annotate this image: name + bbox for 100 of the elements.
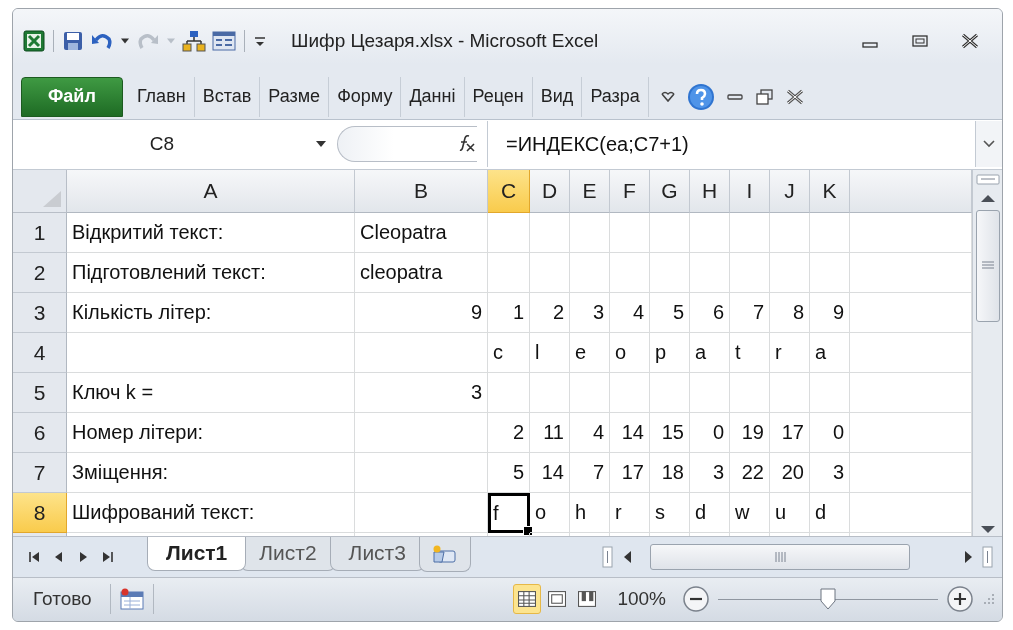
split-handle-icon[interactable] <box>974 174 1001 187</box>
table-cell[interactable]: o <box>610 333 650 374</box>
table-cell[interactable] <box>810 213 850 254</box>
macro-record-icon[interactable] <box>118 588 145 611</box>
table-cell[interactable]: l <box>530 333 570 374</box>
table-cell[interactable]: Шифрований текст: <box>67 493 355 534</box>
table-cell[interactable] <box>690 253 730 294</box>
table-cell[interactable] <box>730 213 770 254</box>
table-cell[interactable]: Номер літери: <box>67 413 355 454</box>
table-cell[interactable] <box>770 253 810 294</box>
table-cell[interactable] <box>488 253 530 294</box>
column-header[interactable]: K <box>810 170 850 214</box>
column-header[interactable]: C <box>488 170 530 214</box>
column-header[interactable]: I <box>730 170 770 214</box>
table-cell[interactable]: 9 <box>810 293 850 334</box>
dropdown-arrow-icon[interactable] <box>120 37 130 44</box>
table-cell[interactable]: 11 <box>530 413 570 454</box>
table-cell[interactable] <box>67 333 355 374</box>
table-cell[interactable]: d <box>690 493 730 534</box>
scrollbar-thumb[interactable] <box>650 543 910 570</box>
table-cell[interactable]: 19 <box>730 413 770 454</box>
table-cell[interactable]: 20 <box>770 453 810 494</box>
table-cell[interactable]: 0 <box>810 413 850 454</box>
insert-sheet-tab[interactable] <box>418 536 471 572</box>
table-cell[interactable]: c <box>488 333 530 374</box>
table-cell[interactable]: 7 <box>730 293 770 334</box>
table-cell[interactable]: o <box>530 493 570 534</box>
table-cell[interactable]: Cleopatra <box>355 213 488 254</box>
table-cell[interactable]: 2 <box>488 413 530 454</box>
table-cell[interactable]: d <box>810 493 850 534</box>
table-cell[interactable] <box>530 253 570 294</box>
table-cell[interactable]: s <box>650 493 690 534</box>
table-cell[interactable]: e <box>570 333 610 374</box>
table-cell[interactable] <box>690 373 730 414</box>
table-cell[interactable] <box>530 373 570 414</box>
table-cell[interactable] <box>690 213 730 254</box>
table-cell[interactable] <box>570 373 610 414</box>
select-all-button[interactable] <box>13 170 67 214</box>
column-header[interactable]: J <box>770 170 810 214</box>
scrollbar-thumb[interactable] <box>975 210 1000 323</box>
table-cell[interactable]: w <box>730 493 770 534</box>
table-cell[interactable]: 4 <box>570 413 610 454</box>
ribbon-tab[interactable]: Данні <box>401 76 465 117</box>
form-icon[interactable] <box>212 29 236 52</box>
column-header[interactable]: B <box>355 170 488 214</box>
table-cell[interactable]: Ключ k = <box>67 373 355 414</box>
table-cell[interactable] <box>355 453 488 494</box>
table-cell[interactable]: 22 <box>730 453 770 494</box>
table-cell[interactable] <box>650 213 690 254</box>
table-cell[interactable] <box>650 373 690 414</box>
table-cell[interactable]: r <box>770 333 810 374</box>
table-cell[interactable]: 14 <box>610 413 650 454</box>
table-cell[interactable] <box>570 213 610 254</box>
table-cell[interactable] <box>610 253 650 294</box>
zoom-level-button[interactable]: 100% <box>609 588 674 611</box>
table-cell[interactable]: 3 <box>570 293 610 334</box>
table-cell[interactable]: Кількість літер: <box>67 293 355 334</box>
excel-icon[interactable] <box>23 29 45 52</box>
table-cell[interactable] <box>770 373 810 414</box>
column-header[interactable]: A <box>67 170 355 214</box>
table-cell[interactable] <box>650 253 690 294</box>
row-header[interactable]: 6 <box>13 413 67 454</box>
table-cell[interactable] <box>610 373 650 414</box>
table-cell[interactable]: 5 <box>488 453 530 494</box>
ribbon-tab[interactable]: Разра <box>582 76 649 117</box>
table-cell[interactable] <box>730 253 770 294</box>
save-icon[interactable] <box>62 29 84 52</box>
restore-icon[interactable] <box>910 32 930 49</box>
table-cell[interactable]: Підготовлений текст: <box>67 253 355 294</box>
split-handle-icon[interactable] <box>982 545 994 568</box>
table-cell[interactable]: r <box>610 493 650 534</box>
column-header[interactable]: E <box>570 170 610 214</box>
table-cell[interactable]: 7 <box>570 453 610 494</box>
table-cell[interactable]: 8 <box>770 293 810 334</box>
table-cell[interactable]: 3 <box>690 453 730 494</box>
fill-handle[interactable] <box>523 526 533 536</box>
row-header[interactable]: 5 <box>13 373 67 414</box>
table-cell[interactable]: a <box>690 333 730 374</box>
active-cell[interactable]: f <box>488 493 530 534</box>
row-header[interactable]: 7 <box>13 453 67 494</box>
ribbon-tab[interactable]: Рецен <box>464 76 533 117</box>
table-cell[interactable]: 3 <box>810 453 850 494</box>
table-cell[interactable]: 4 <box>610 293 650 334</box>
table-cell[interactable]: 18 <box>650 453 690 494</box>
ribbon-tab[interactable]: Форму <box>329 76 402 117</box>
row-header[interactable]: 2 <box>13 253 67 294</box>
table-cell[interactable]: 17 <box>770 413 810 454</box>
table-cell[interactable] <box>355 493 488 534</box>
close-icon[interactable] <box>960 32 980 49</box>
table-cell[interactable]: 15 <box>650 413 690 454</box>
ribbon-tab[interactable]: Встав <box>194 76 261 117</box>
table-cell[interactable]: 6 <box>690 293 730 334</box>
table-cell[interactable]: 5 <box>650 293 690 334</box>
help-icon[interactable] <box>686 82 715 111</box>
resize-grip-icon[interactable] <box>982 592 996 607</box>
table-cell[interactable]: 1 <box>488 293 530 334</box>
table-cell[interactable] <box>570 253 610 294</box>
table-cell[interactable] <box>730 373 770 414</box>
table-cell[interactable]: 9 <box>355 293 488 334</box>
table-cell[interactable]: Зміщення: <box>67 453 355 494</box>
